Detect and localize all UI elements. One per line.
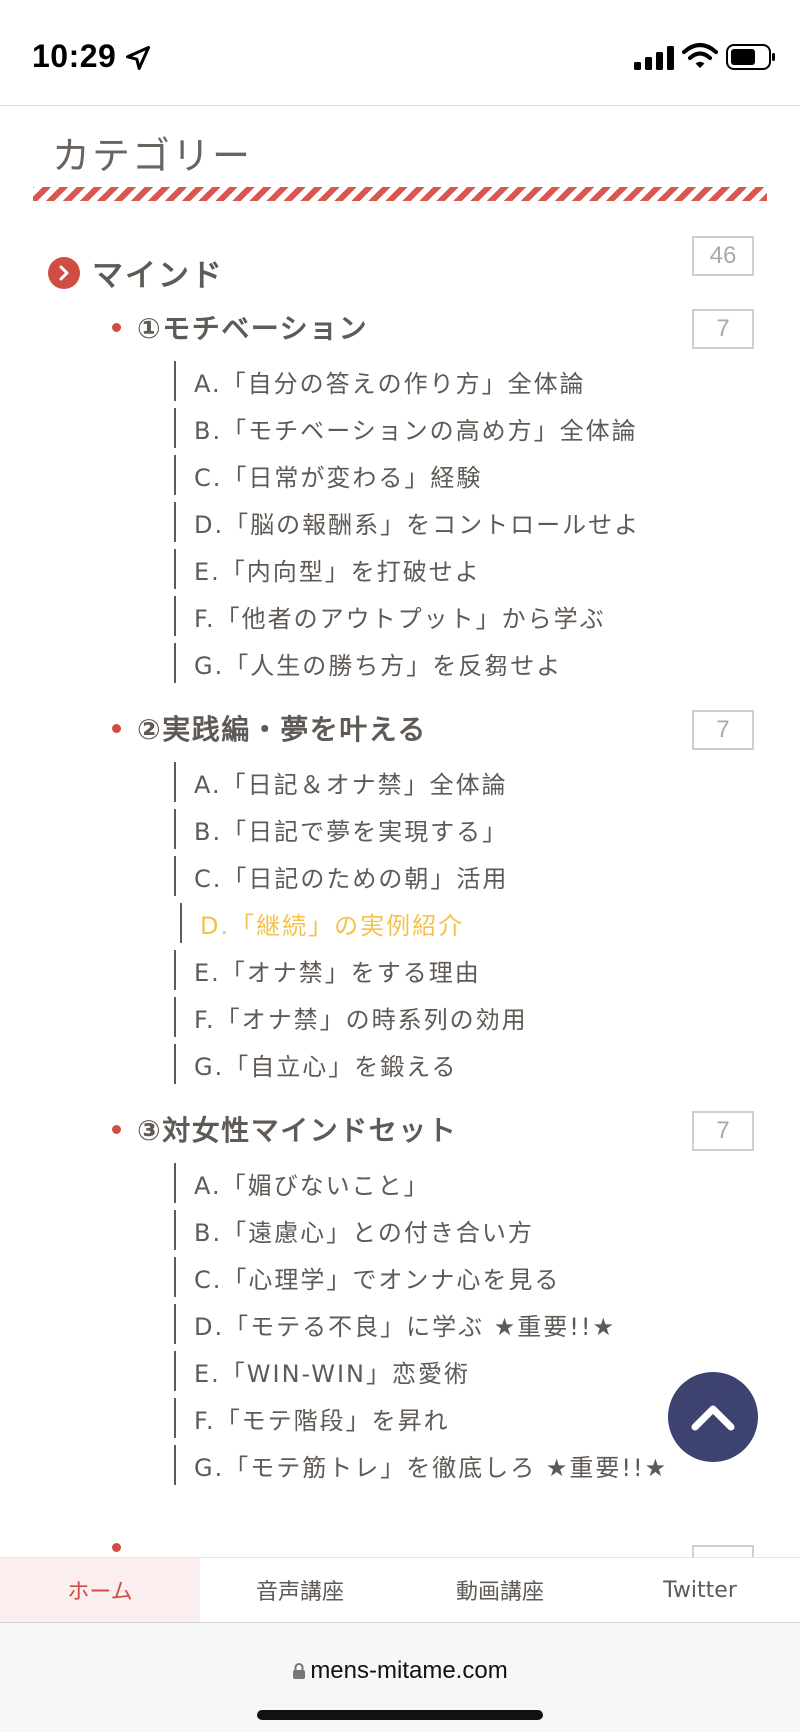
category-link[interactable]: B.「日記で夢を実現する」 — [174, 809, 508, 849]
wifi-icon — [682, 43, 718, 68]
category-link[interactable]: F.「他者のアウトプット」から学ぶ — [174, 596, 606, 636]
lock-icon — [293, 1663, 306, 1679]
category-page: カテゴリー マインド 46 ①モチベーション 7 A.「自分の答えの作り方」全体… — [0, 107, 800, 1557]
bullet-dot-icon — [112, 322, 121, 332]
category-link[interactable]: F.「モテ階段」を昇れ — [174, 1398, 450, 1438]
subcategory-count-badge: 7 — [692, 309, 754, 349]
category-link[interactable]: E.「WIN-WIN」恋愛術 — [174, 1351, 470, 1391]
category-link[interactable]: D.「モテる不良」に学ぶ ★重要!!★ — [174, 1304, 616, 1344]
category-link[interactable]: C.「日常が変わる」経験 — [174, 455, 482, 495]
subcategory-women-mindset[interactable]: ③対女性マインドセット — [112, 1109, 457, 1149]
subcategory-label: ③対女性マインドセット — [137, 1114, 458, 1147]
category-link[interactable]: E.「オナ禁」をする理由 — [174, 950, 481, 990]
category-link[interactable]: G.「自立心」を鍛える — [174, 1044, 458, 1084]
category-link[interactable]: G.「人生の勝ち方」を反芻せよ — [174, 643, 562, 683]
category-link[interactable]: C.「日記のための朝」活用 — [174, 856, 508, 896]
bullet-dot-icon — [112, 723, 121, 733]
subcategory-label: ②実践編・夢を叶える — [137, 713, 427, 746]
tab-home[interactable]: ホーム — [0, 1558, 200, 1622]
category-label: マインド — [92, 258, 224, 294]
category-count-badge: 46 — [692, 236, 754, 276]
subcategory-count-badge: 7 — [692, 1111, 754, 1151]
chevron-up-icon — [691, 1405, 735, 1431]
category-link[interactable]: B.「モチベーションの高め方」全体論 — [174, 408, 638, 448]
category-link[interactable]: G.「モテ筋トレ」を徹底しろ ★重要!!★ — [174, 1445, 668, 1485]
url-field[interactable]: mens-mitame.com — [0, 1657, 800, 1685]
bullet-dot-icon — [112, 1124, 121, 1134]
category-link[interactable]: C.「心理学」でオンナ心を見る — [174, 1257, 560, 1297]
bottom-tab-nav: ホーム 音声講座 動画講座 Twitter — [0, 1557, 800, 1622]
tab-audio-course[interactable]: 音声講座 — [200, 1558, 400, 1622]
subcategory-count-badge: 7 — [692, 710, 754, 750]
url-text: mens-mitame.com — [310, 1657, 508, 1684]
subcategory-next-partial[interactable] — [112, 1543, 137, 1552]
subcategory-practice[interactable]: ②実践編・夢を叶える — [112, 708, 427, 748]
subcategory-label: ①モチベーション — [137, 312, 369, 345]
category-link[interactable]: A.「日記＆オナ禁」全体論 — [174, 762, 508, 802]
battery-icon — [726, 44, 775, 70]
tab-twitter[interactable]: Twitter — [600, 1558, 800, 1622]
category-link[interactable]: E.「内向型」を打破せよ — [174, 549, 481, 589]
cellular-signal-icon — [634, 46, 674, 70]
heading-stripe-divider — [33, 187, 767, 201]
category-mind[interactable]: マインド — [48, 250, 224, 295]
subcategory-motivation[interactable]: ①モチベーション — [112, 307, 368, 347]
browser-url-bar: mens-mitame.com — [0, 1622, 800, 1732]
bullet-dot-icon — [112, 1543, 121, 1552]
category-link[interactable]: A.「媚びないこと」 — [174, 1163, 430, 1203]
category-link[interactable]: A.「自分の答えの作り方」全体論 — [174, 361, 586, 401]
scroll-to-top-button[interactable] — [668, 1372, 758, 1462]
subcategory-count-badge-partial — [692, 1545, 754, 1557]
category-link-active[interactable]: D.「継続」の実例紹介 — [180, 903, 464, 943]
status-time: 10:29 — [32, 38, 117, 74]
category-link[interactable]: B.「遠慮心」との付き合い方 — [174, 1210, 534, 1250]
home-indicator[interactable] — [257, 1710, 543, 1720]
page-title: カテゴリー — [52, 134, 253, 178]
category-link[interactable]: D.「脳の報酬系」をコントロールせよ — [174, 502, 640, 542]
status-bar: 10:29 — [0, 0, 800, 106]
chevron-right-icon — [48, 256, 80, 289]
category-link[interactable]: F.「オナ禁」の時系列の効用 — [174, 997, 528, 1037]
location-arrow-icon — [125, 45, 151, 71]
tab-video-course[interactable]: 動画講座 — [400, 1558, 600, 1622]
